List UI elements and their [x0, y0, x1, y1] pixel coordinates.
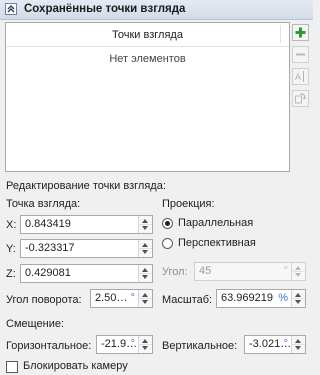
panel-title: Сохранённые точки взгляда [24, 3, 186, 15]
collapse-button[interactable] [5, 3, 17, 15]
horizontal-spinner[interactable] [138, 336, 152, 353]
viewpoints-list[interactable]: Точки взгляда Нет элементов [5, 22, 290, 172]
y-spinner[interactable] [138, 240, 152, 257]
add-viewpoint-button[interactable] [292, 24, 309, 41]
update-viewpoint-button[interactable] [292, 90, 309, 107]
edit-section-title: Редактирование точки взгляда: [6, 180, 166, 192]
x-spinner[interactable] [138, 216, 152, 233]
vertical-label: Вертикальное: [162, 340, 238, 352]
rename-viewpoint-button[interactable]: A [292, 68, 309, 85]
plus-icon [295, 27, 306, 38]
rotation-spinner[interactable] [138, 290, 152, 307]
projection-label: Проекция: [162, 198, 215, 210]
x-input[interactable]: 0.843419 [20, 215, 153, 234]
lock-camera-label[interactable]: Блокировать камеру [23, 360, 128, 372]
parallel-label[interactable]: Параллельная [178, 217, 253, 229]
rotation-label: Угол поворота: [6, 294, 82, 306]
horizontal-unit: ° [130, 338, 135, 350]
list-column-header[interactable]: Точки взгляда [6, 23, 289, 47]
chevron-up-icon [7, 5, 15, 13]
offset-label: Смещение: [6, 318, 65, 330]
scale-spinner[interactable] [291, 290, 305, 307]
rotation-value: 2.50… [95, 292, 128, 304]
rotation-unit: ° [130, 292, 135, 304]
vertical-spinner[interactable] [291, 336, 305, 353]
scale-value: 63.969219 [221, 292, 273, 304]
horizontal-label: Горизонтальное: [6, 340, 92, 352]
angle-value: 45 [199, 265, 212, 277]
update-icon [295, 93, 306, 104]
rename-icon: A [295, 71, 304, 82]
parallel-radio[interactable] [162, 218, 173, 229]
scale-label: Масштаб: [162, 294, 213, 306]
column-separator [280, 25, 281, 43]
z-label: Z: [6, 268, 16, 280]
x-value: 0.843419 [25, 218, 71, 230]
angle-label: Угол: [162, 266, 188, 278]
z-value: 0.429081 [25, 267, 71, 279]
angle-input[interactable]: 45 ° [194, 262, 306, 281]
horizontal-input[interactable]: -21.9… ° [96, 335, 153, 354]
svg-text:A: A [295, 72, 301, 82]
scale-input[interactable]: 63.969219 % [216, 289, 306, 308]
rotation-input[interactable]: 2.50… ° [90, 289, 153, 308]
list-empty-text: Нет элементов [109, 53, 186, 65]
x-label: X: [6, 219, 17, 231]
remove-viewpoint-button[interactable] [292, 46, 309, 63]
viewpoint-label: Точка взгляда: [6, 198, 81, 210]
z-spinner[interactable] [138, 265, 152, 282]
vertical-unit: ° [283, 338, 288, 350]
lock-camera-checkbox[interactable] [6, 361, 18, 373]
scale-unit: % [278, 292, 288, 304]
perspective-radio[interactable] [162, 238, 173, 249]
y-value: -0.323317 [25, 242, 75, 254]
perspective-label[interactable]: Перспективная [178, 237, 256, 249]
panel-header: Сохранённые точки взгляда [0, 0, 313, 20]
minus-icon [296, 53, 305, 56]
angle-unit: ° [283, 265, 288, 277]
angle-spinner[interactable] [291, 263, 305, 280]
y-label: Y: [6, 243, 16, 255]
vertical-input[interactable]: -3.021… ° [244, 335, 306, 354]
y-input[interactable]: -0.323317 [20, 239, 153, 258]
z-input[interactable]: 0.429081 [20, 264, 153, 283]
